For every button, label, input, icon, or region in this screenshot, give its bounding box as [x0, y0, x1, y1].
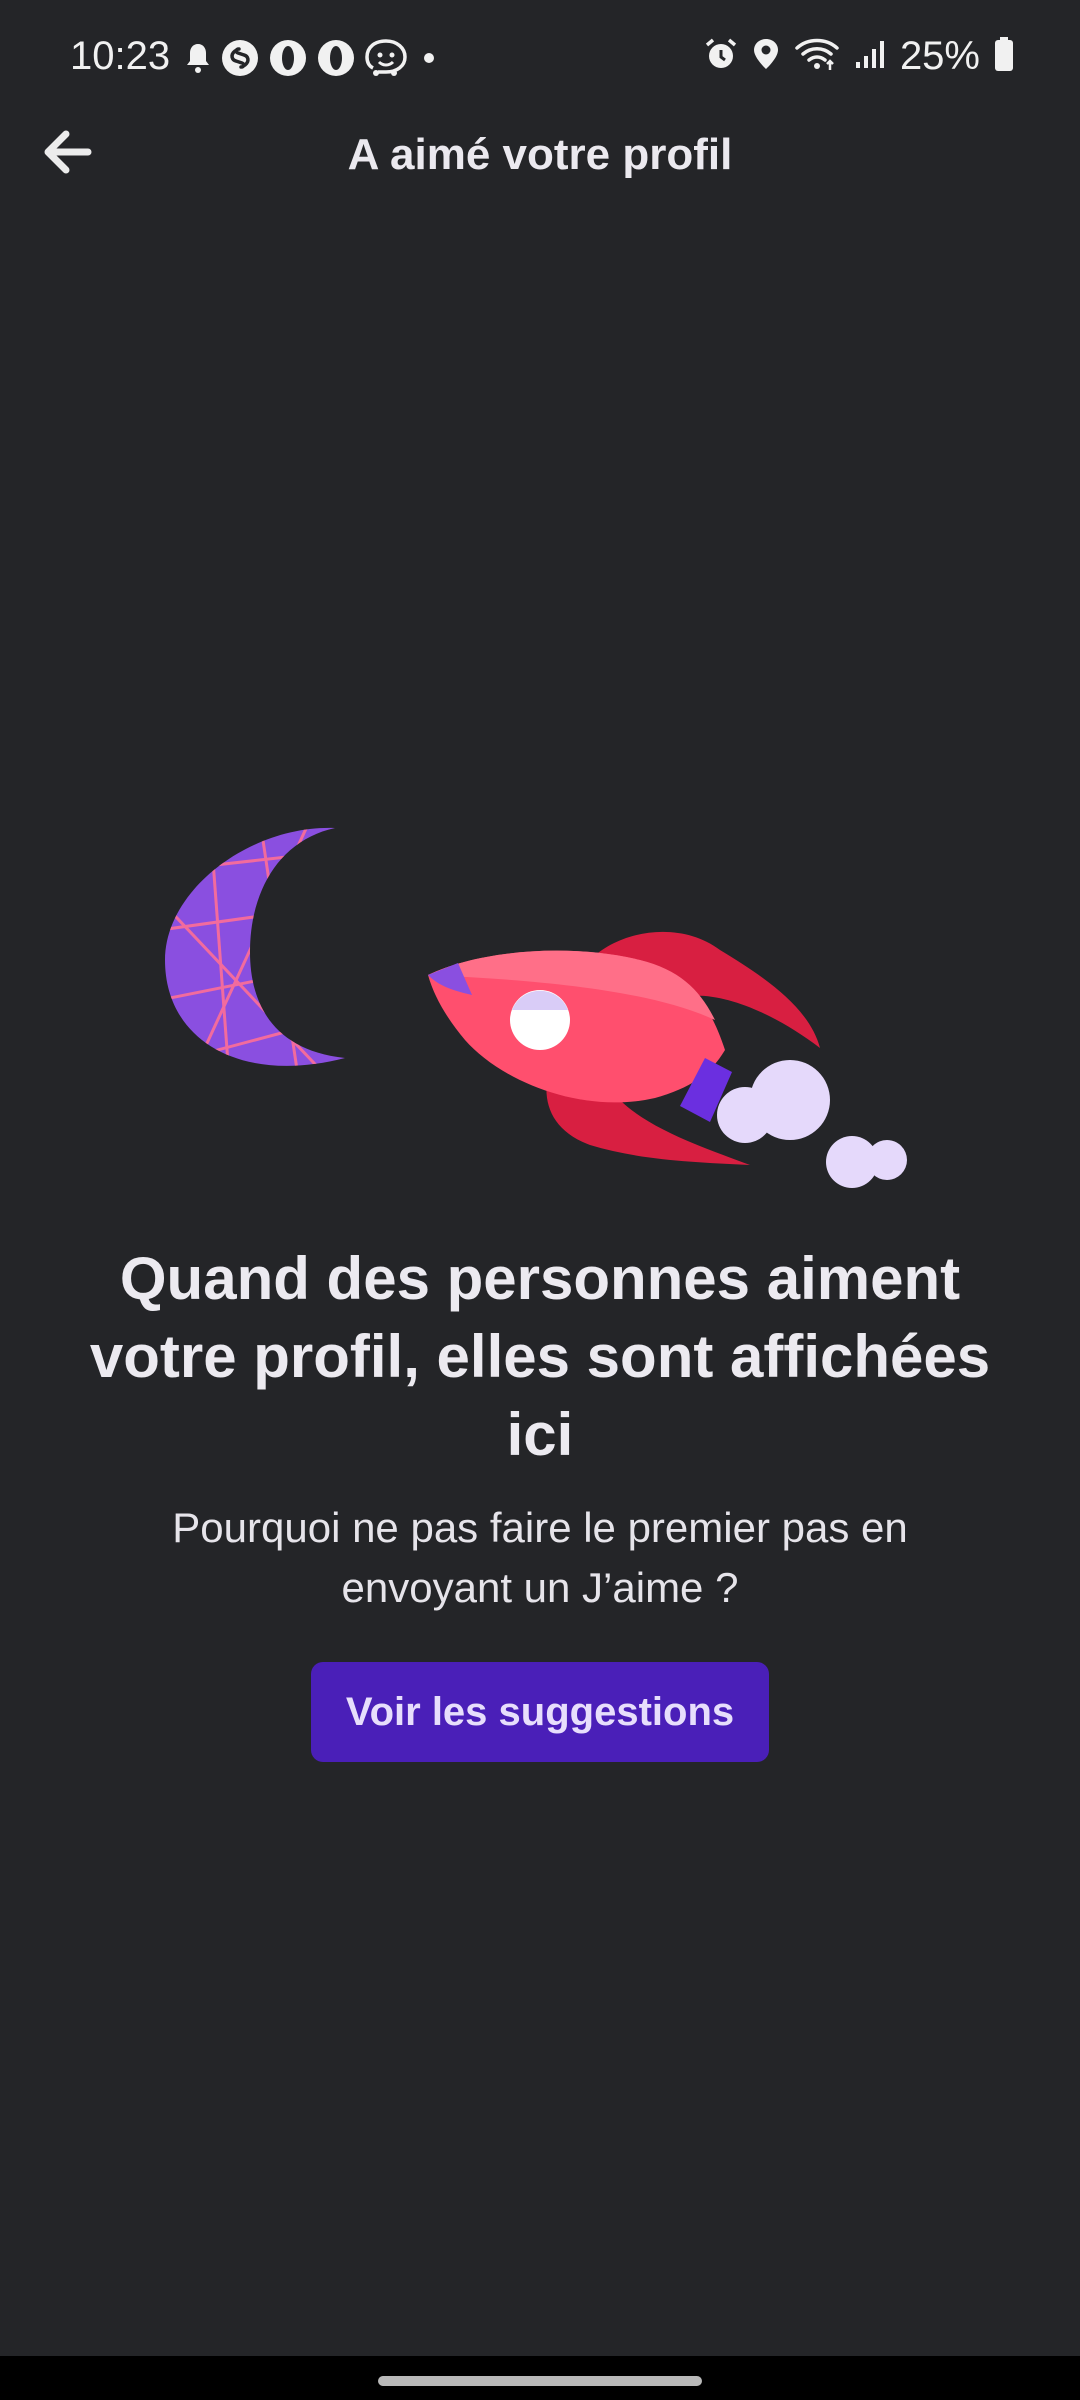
moon-rocket-illustration — [150, 810, 930, 1210]
notification-icons — [185, 38, 441, 83]
navigation-bar — [0, 2356, 1080, 2400]
opera-icon — [317, 39, 355, 82]
shazam-icon — [221, 39, 259, 82]
wifi-icon — [794, 36, 840, 77]
moon-icon — [165, 827, 345, 1066]
battery-icon — [994, 36, 1014, 77]
signal-icon — [854, 38, 886, 75]
location-icon — [752, 37, 780, 76]
status-time: 10:23 — [70, 34, 171, 78]
dot-icon — [417, 48, 441, 73]
rocket-icon — [428, 931, 907, 1188]
alarm-icon — [704, 37, 738, 76]
home-indicator[interactable] — [378, 2376, 702, 2386]
waze-icon — [365, 38, 407, 83]
opera-icon — [269, 39, 307, 82]
system-icons: 25% — [704, 34, 1014, 79]
app-bar: A aimé votre profil — [0, 110, 1080, 200]
likes-screen: 10:23 25% A aimé votre profil Quand des … — [0, 0, 1080, 2400]
empty-state-headline: Quand des personnes aiment votre profil,… — [89, 1245, 991, 1468]
bell-icon — [185, 42, 211, 79]
see-suggestions-button[interactable]: Voir les suggestions — [311, 1662, 769, 1762]
page-title: A aimé votre profil — [347, 130, 733, 179]
battery-percentage: 25% — [899, 34, 980, 78]
status-bar: 10:23 25% — [0, 0, 1080, 120]
empty-state-subtext: Pourquoi ne pas faire le premier pas en … — [172, 1504, 908, 1611]
